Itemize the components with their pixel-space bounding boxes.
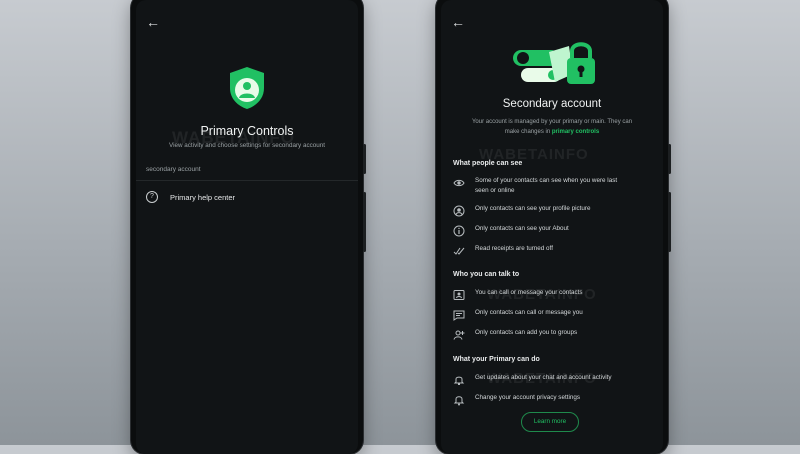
bell-lock-icon [453,373,465,385]
message-icon [453,308,465,321]
shield-person-icon [228,66,266,110]
list-item: Only contacts can see your About [453,224,653,237]
item-text: Get updates about your chat and account … [475,374,612,381]
item-text-line: seen or online [475,186,515,194]
learn-more-button[interactable]: Learn more [521,412,579,432]
item-text: Only contacts can call or message you [475,309,583,316]
item-text: Change your account privacy settings [475,394,581,401]
bell-icon [453,393,465,406]
description-line: Your account is managed by your primary … [471,119,633,125]
volume-button [363,192,366,252]
list-item: Get updates about your chat and account … [453,373,653,385]
item-text: Only contacts can see your About [475,225,569,232]
item-text: Only contacts can see your profile pictu… [475,205,591,212]
power-button [668,144,671,174]
right-phone: ← Secondary account Your account is mana… [436,0,671,454]
item-text: Read receipts are turned off [475,245,553,252]
primary-help-center-item[interactable]: ? Primary help center [146,189,348,205]
section-what-people-can-see: What people can see [453,160,523,167]
profile-icon [453,204,465,217]
section-label: secondary account [146,166,201,173]
item-text: You can call or message your contacts [475,289,583,296]
page-subtitle: View activity and choose settings for se… [169,142,325,149]
left-phone: ← WABETAINFO Primary Controls View activ… [131,0,366,454]
description-line: make changes in [504,129,551,135]
item-text-line: Some of your contacts can see when you w… [475,177,618,184]
back-arrow-icon[interactable]: ← [145,14,161,30]
page-title: Secondary account [502,98,602,110]
item-text: Some of your contacts can see when you w… [475,176,617,195]
section-what-your-primary-can-do: What your Primary can do [453,356,540,363]
contact-card-icon [453,288,465,300]
back-arrow-icon[interactable]: ← [450,14,466,30]
divider [136,180,358,181]
info-icon [453,224,465,237]
secondary-account-screen: ← Secondary account Your account is mana… [441,0,663,454]
page-description: Your account is managed by your primary … [455,117,649,137]
add-group-icon [453,328,465,340]
list-item: Only contacts can see your profile pictu… [453,204,653,217]
section-who-you-can-talk-to: Who you can talk to [453,271,520,278]
list-item: You can call or message your contacts [453,288,653,300]
list-item: Read receipts are turned off [453,244,653,256]
eye-icon [453,176,465,188]
item-text: Only contacts can add you to groups [475,329,578,336]
list-item: Change your account privacy settings [453,393,653,406]
help-item-label: Primary help center [170,192,236,202]
primary-controls-link[interactable]: primary controls [552,129,599,135]
list-item: Only contacts can add you to groups [453,328,653,340]
double-check-icon [453,244,465,256]
primary-controls-screen: ← WABETAINFO Primary Controls View activ… [136,0,358,454]
help-circle-icon: ? [146,191,158,203]
lock-toggle-illustration-icon [511,38,601,88]
power-button [363,144,366,174]
list-item: Only contacts can call or message you [453,308,653,321]
list-item: Some of your contacts can see when you w… [453,176,653,195]
volume-button [668,192,671,252]
page-title: Primary Controls [200,124,294,138]
